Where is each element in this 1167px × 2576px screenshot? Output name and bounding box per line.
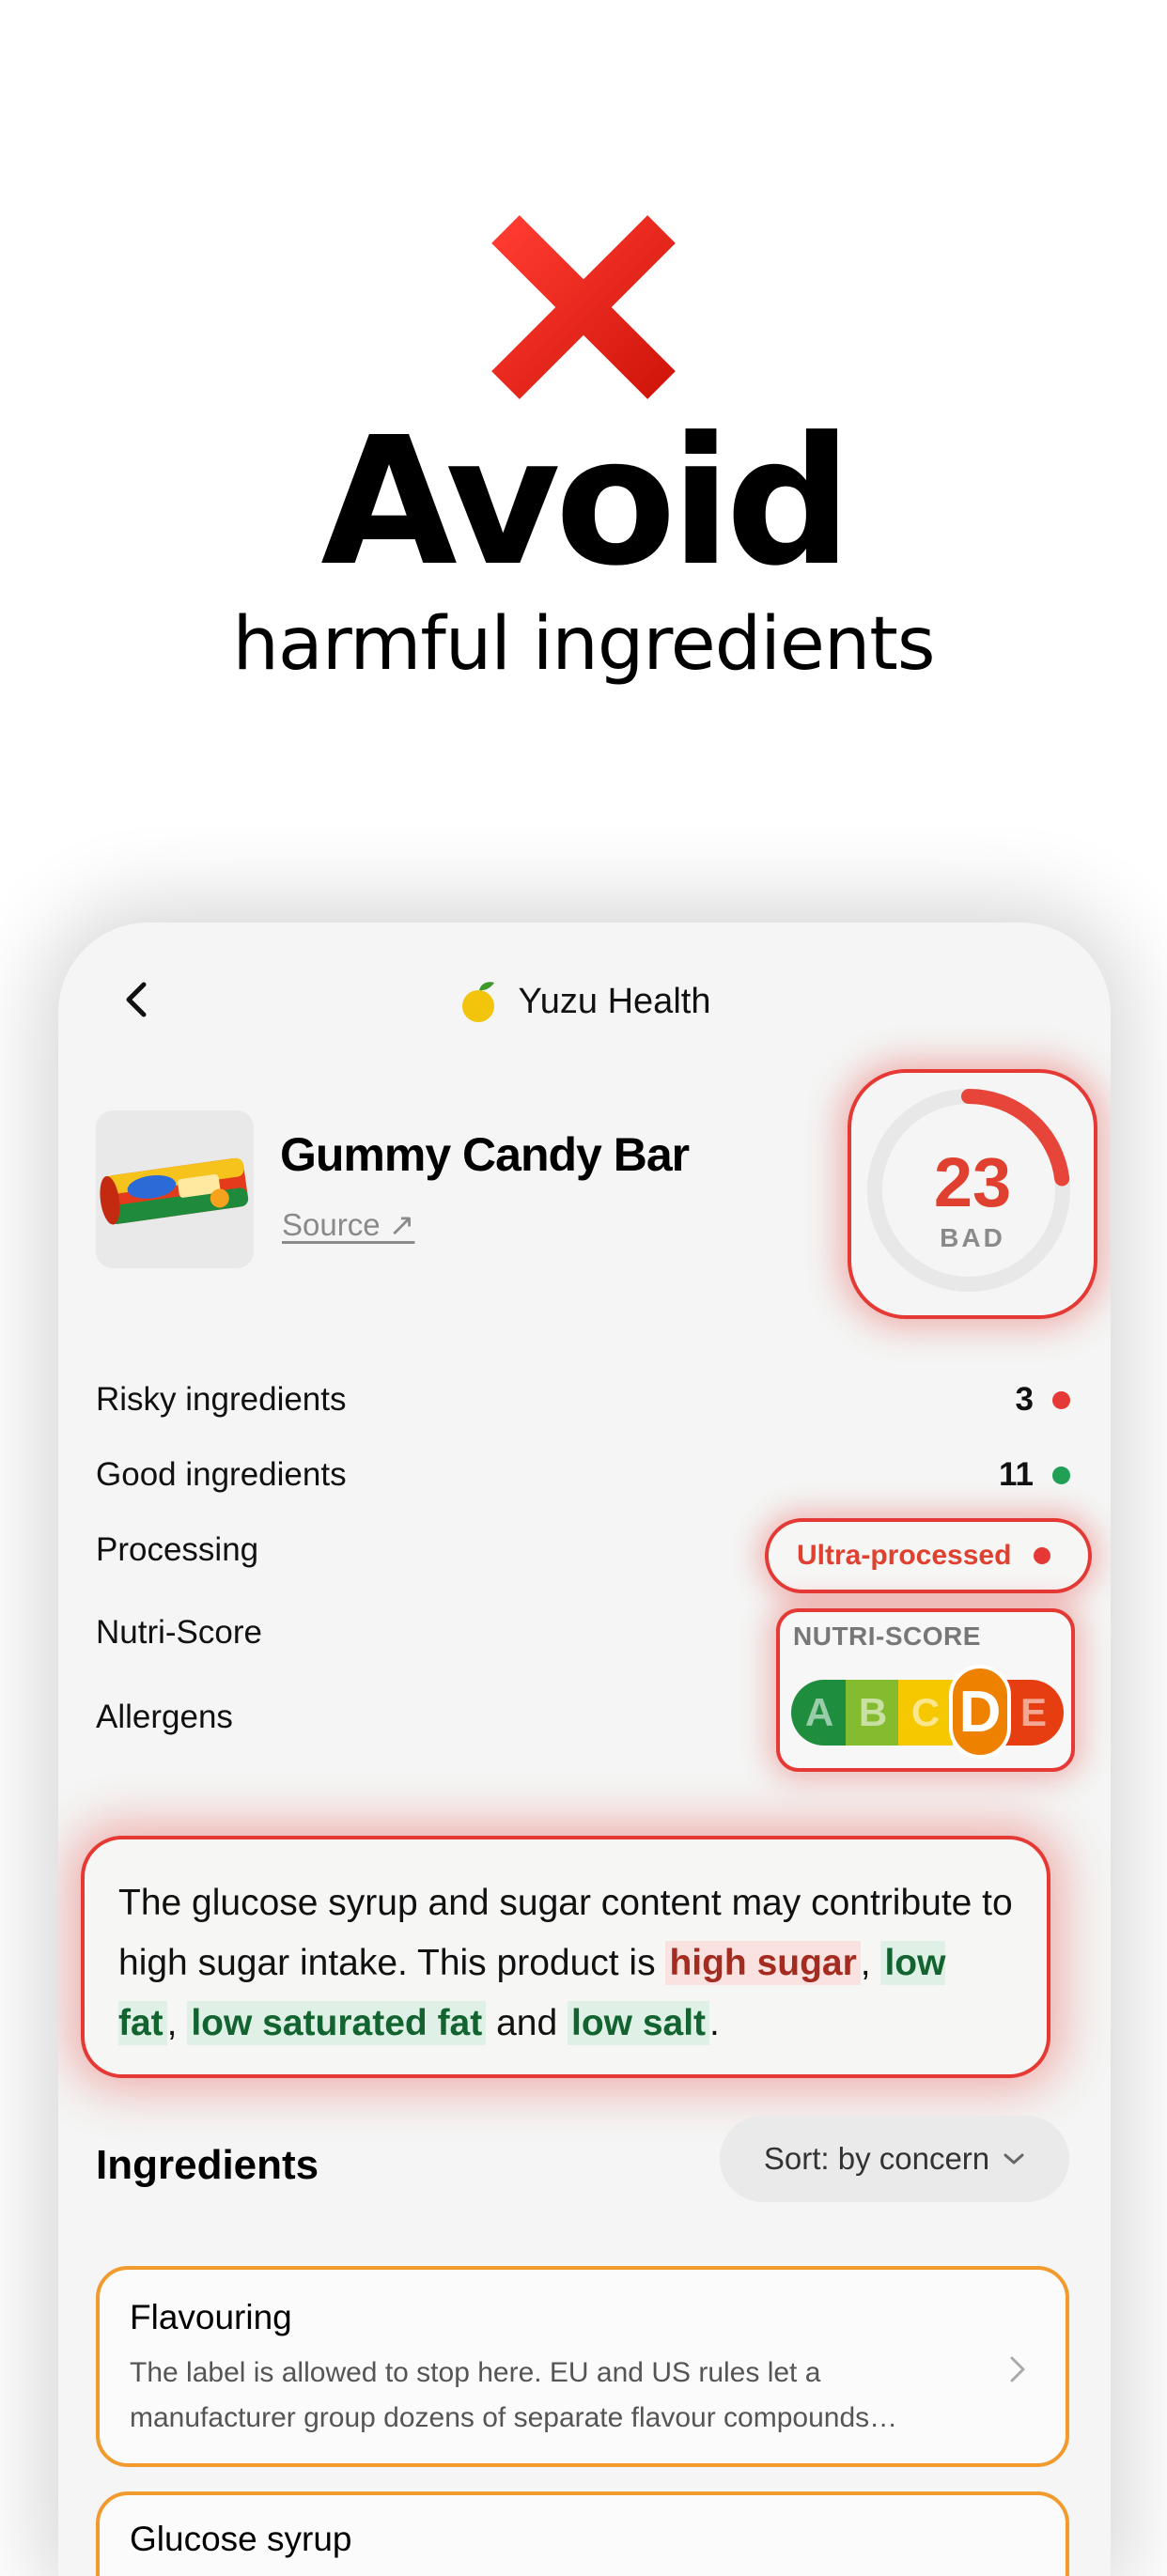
score-value: 23 <box>933 1143 1012 1221</box>
sort-dropdown[interactable]: Sort: by concern <box>720 2116 1069 2202</box>
chevron-down-icon <box>1004 2153 1024 2165</box>
processing-label: Processing <box>96 1531 259 1568</box>
tag-high-sugar: high sugar <box>665 1941 861 1985</box>
summary-period: . <box>709 2003 720 2043</box>
ingredient-name: Glucose syrup <box>130 2520 352 2558</box>
summary-text: The glucose syrup and sugar content may … <box>118 1873 1013 2054</box>
nutri-score-scale: A B C E D <box>791 1665 1064 1759</box>
processing-value: Ultra-processed <box>797 1540 1012 1571</box>
chevron-right-icon <box>1010 2356 1025 2382</box>
score-label: BAD <box>940 1223 1005 1252</box>
good-ingredients-label: Good ingredients <box>96 1456 347 1493</box>
ingredient-card[interactable]: Glucose syrup <box>96 2491 1069 2576</box>
risky-status-dot <box>1052 1391 1070 1409</box>
product-name: Gummy Candy Bar <box>280 1128 690 1181</box>
summary-separator: , <box>166 2003 188 2043</box>
yuzu-fruit-icon <box>461 982 494 1022</box>
sort-label: Sort: by concern <box>763 2141 990 2176</box>
processing-badge[interactable]: Ultra-processed <box>765 1518 1092 1593</box>
summary-card: The glucose syrup and sugar content may … <box>81 1836 1050 2078</box>
nutri-grade-b: B <box>846 1680 900 1746</box>
risky-ingredients-label: Risky ingredients <box>96 1381 347 1418</box>
score-card[interactable]: 23 BAD <box>848 1069 1097 1319</box>
summary-conjunction: and <box>486 2003 568 2043</box>
nutri-grade-c: C <box>898 1680 953 1746</box>
app-header: Yuzu Health <box>58 971 1111 1032</box>
app-name: Yuzu Health <box>518 981 711 1021</box>
cross-mark-icon <box>485 209 682 406</box>
hero-title: Avoid <box>320 399 852 605</box>
nutri-grade-d-active: D <box>949 1665 1011 1759</box>
ingredient-card[interactable]: Flavouring The label is allowed to stop … <box>96 2266 1069 2467</box>
nutri-grade-a: A <box>791 1680 848 1746</box>
nutri-score-label: Nutri-Score <box>96 1614 262 1651</box>
risky-ingredients-count: 3 <box>1015 1381 1034 1418</box>
tag-low-saturated-fat: low saturated fat <box>187 2001 487 2045</box>
nutri-grade-e: E <box>1004 1680 1064 1746</box>
processing-status-dot <box>1034 1547 1051 1564</box>
hero-subtitle: harmful ingredients <box>232 602 935 687</box>
allergens-label: Allergens <box>96 1699 233 1735</box>
ingredient-description: The label is allowed to stop here. EU an… <box>130 2357 898 2433</box>
app-screen: Yuzu Health Gummy Candy Bar Source ↗ 23 … <box>58 923 1111 2576</box>
nutri-score-title: NUTRI-SCORE <box>793 1622 981 1651</box>
good-status-dot <box>1052 1466 1070 1484</box>
source-link[interactable]: Source ↗ <box>282 1206 414 1243</box>
nutri-score-badge[interactable]: NUTRI-SCORE A B C E D <box>776 1608 1075 1772</box>
tag-low-salt: low salt <box>567 2001 710 2045</box>
product-image <box>96 1110 254 1268</box>
ingredients-title: Ingredients <box>96 2142 319 2188</box>
good-ingredients-count: 11 <box>999 1456 1034 1493</box>
summary-separator: , <box>860 1943 881 1983</box>
ingredient-name: Flavouring <box>130 2298 292 2336</box>
